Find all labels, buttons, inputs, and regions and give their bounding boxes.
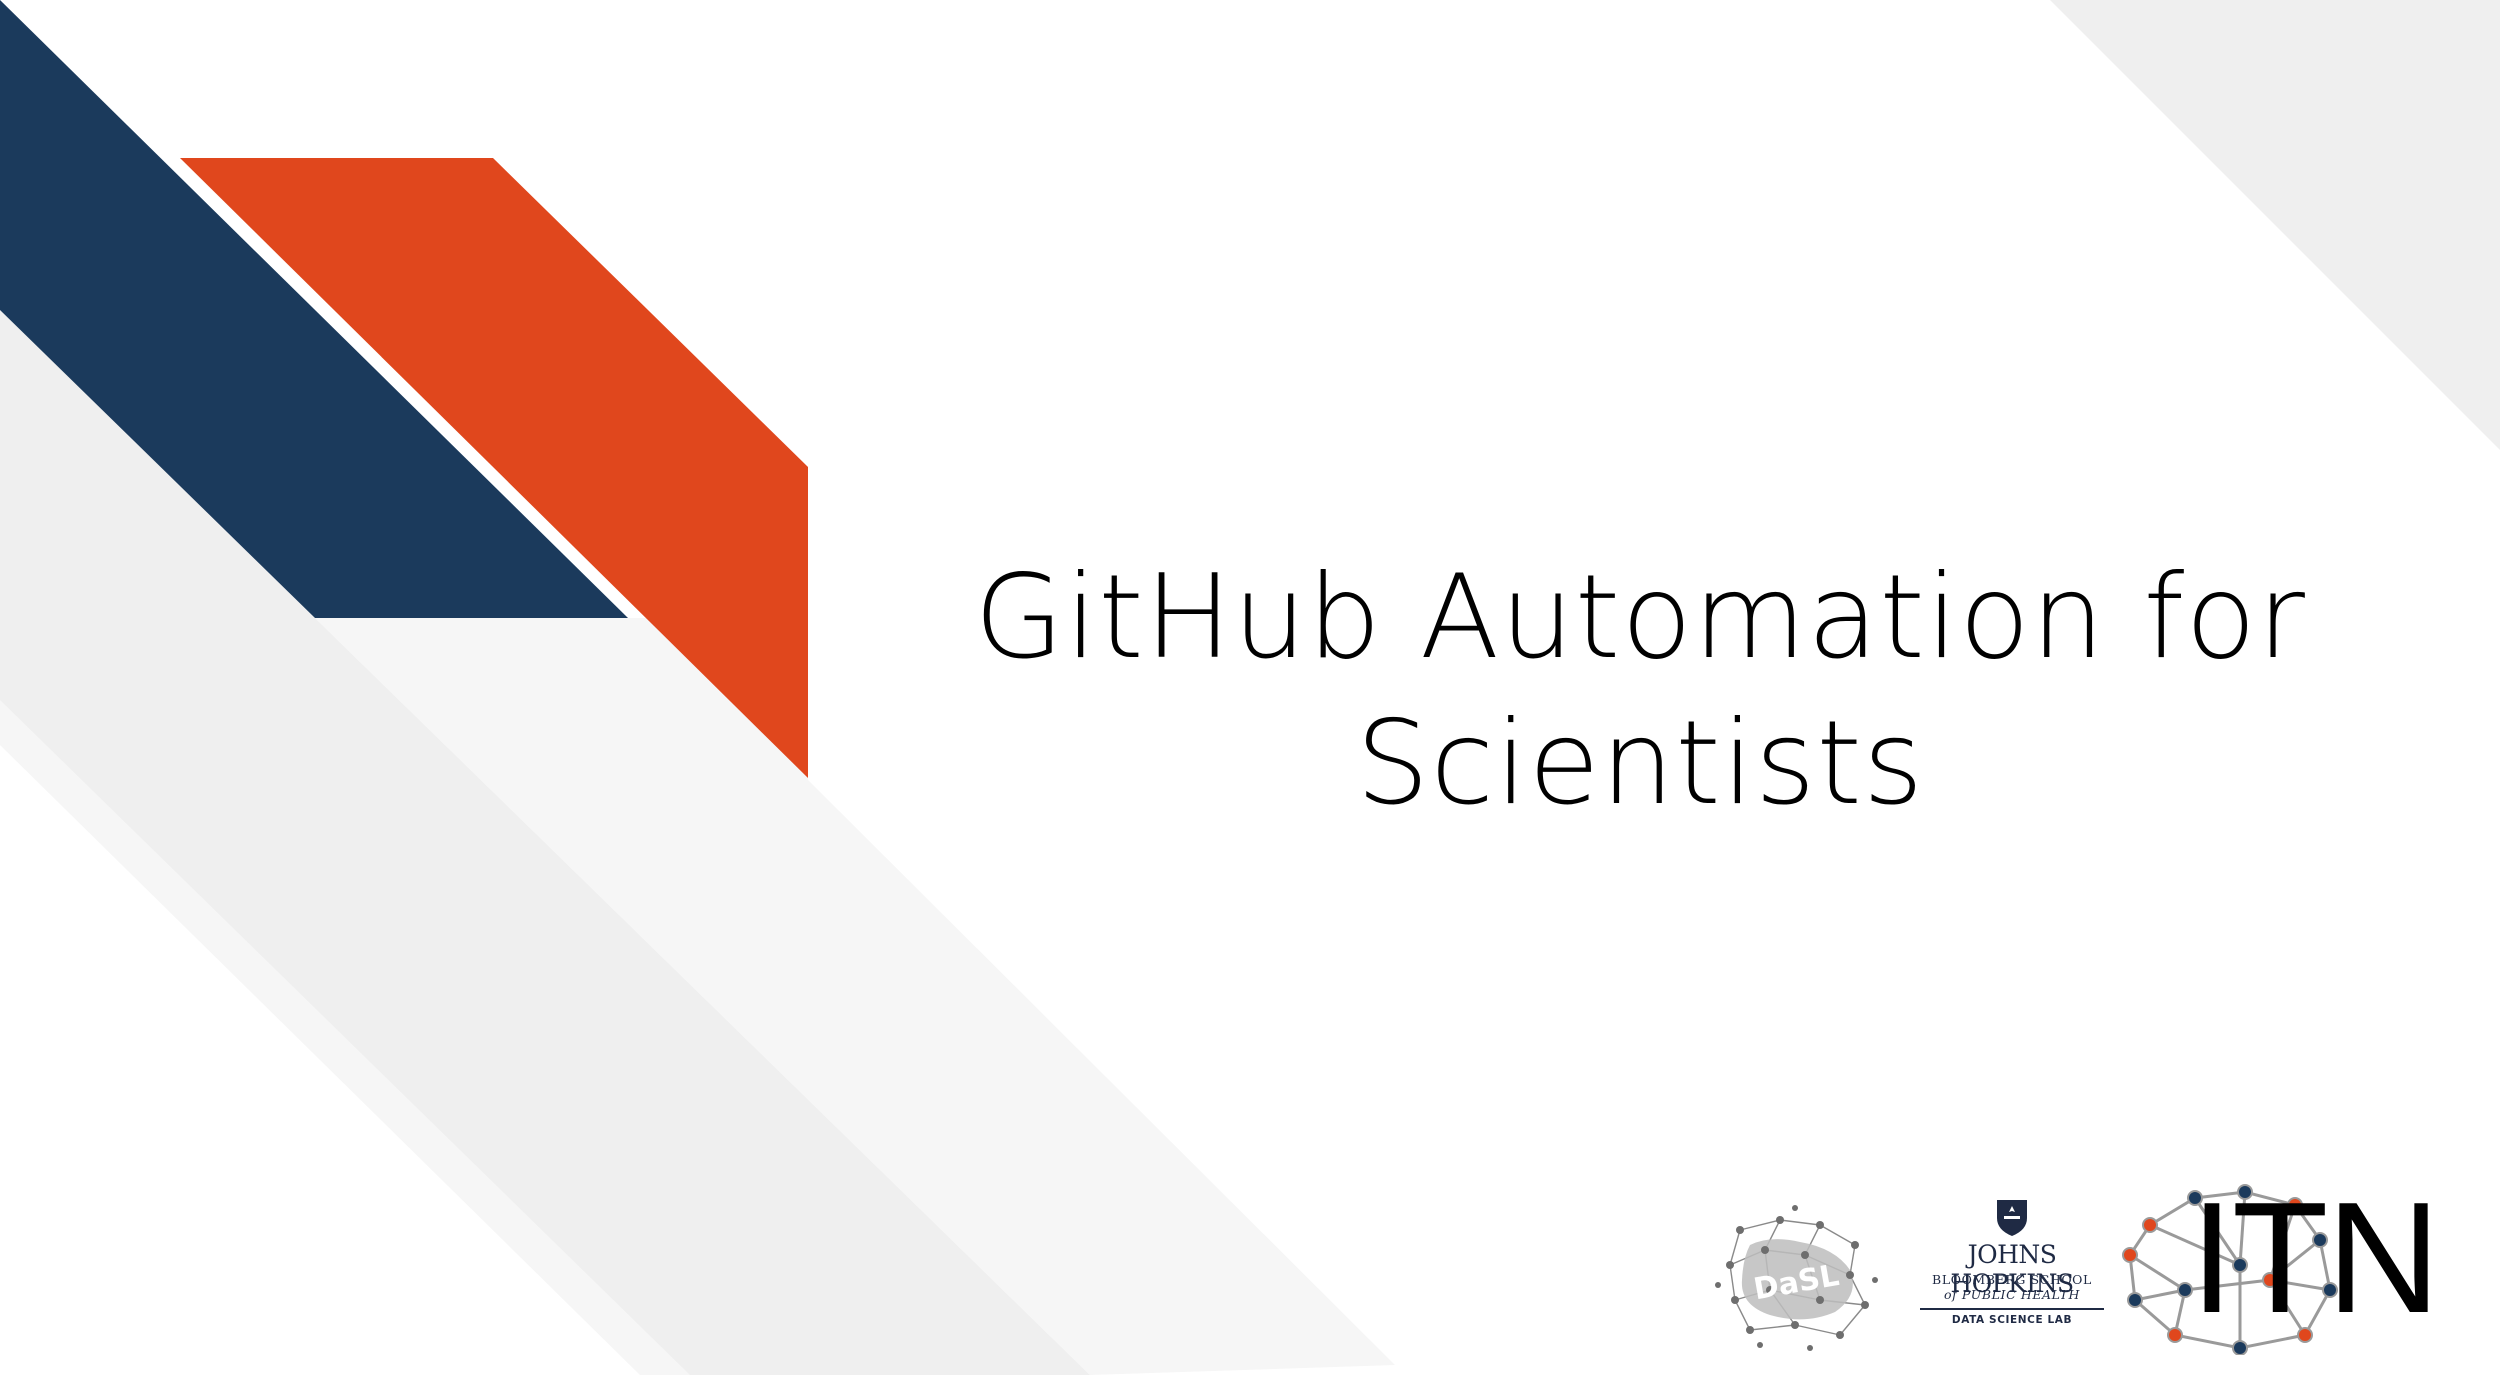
title-line-1: GitHub Automation for bbox=[974, 550, 2306, 685]
jh-lab-name: DATA SCIENCE LAB bbox=[1951, 1314, 2073, 1326]
slide-title: GitHub Automation for Scientists bbox=[880, 545, 2400, 837]
jh-school-line-2: of PUBLIC HEALTH bbox=[1944, 1287, 2080, 1302]
dasl-logo-icon: DaSL bbox=[1715, 1205, 1878, 1351]
logo-strip: DaSL JOHNS HOPKINS BLOOMBERG SCHOOL of P… bbox=[1700, 1170, 2441, 1370]
title-slide: GitHub Automation for Scientists DaSL JO… bbox=[0, 0, 2500, 1388]
title-line-2: Scientists bbox=[1355, 696, 1925, 831]
top-right-gray-band bbox=[2050, 0, 2500, 450]
jh-school-line-1: BLOOMBERG SCHOOL bbox=[1932, 1272, 2092, 1287]
shield-icon bbox=[1997, 1200, 2027, 1236]
jh-school-name: BLOOMBERG SCHOOL of PUBLIC HEALTH bbox=[1912, 1272, 2112, 1302]
itn-logo-text: ITN bbox=[2190, 1170, 2441, 1346]
jh-divider bbox=[1920, 1308, 2104, 1310]
